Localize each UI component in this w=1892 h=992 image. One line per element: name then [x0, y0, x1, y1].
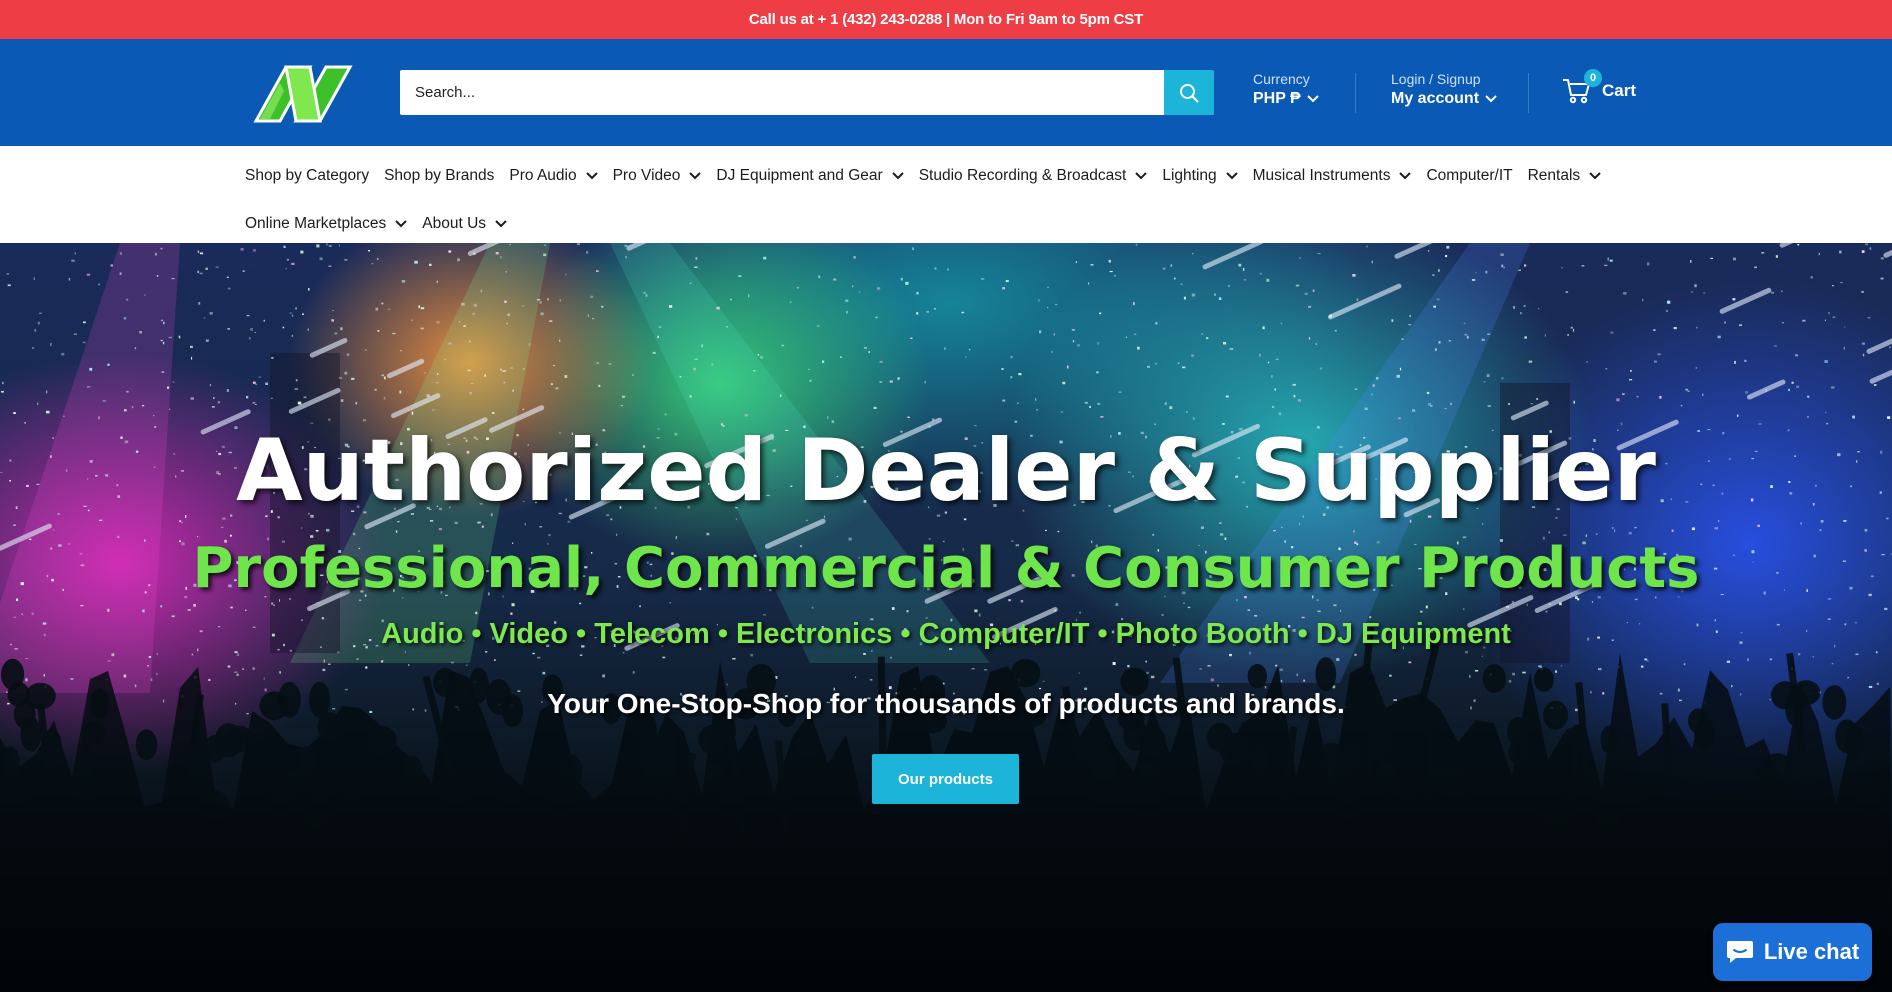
login-signup-link[interactable]: Login / Signup: [1391, 71, 1497, 87]
nav-item-label: Lighting: [1162, 167, 1217, 184]
hero-banner: Authorized Dealer & Supplier Professiona…: [0, 243, 1892, 992]
header-divider: [1355, 73, 1356, 113]
currency-label: Currency: [1253, 71, 1310, 87]
nav-item-pro-video[interactable]: Pro Video: [613, 167, 702, 185]
nav-item-shop-by-brands[interactable]: Shop by Brands: [384, 167, 494, 185]
nav-item-studio-recording-broadcast[interactable]: Studio Recording & Broadcast: [919, 167, 1148, 185]
chevron-down-icon: [891, 172, 904, 180]
cart-button[interactable]: 0 Cart: [1562, 69, 1637, 105]
chevron-down-icon: [395, 220, 408, 228]
logo-icon: [253, 65, 353, 123]
chat-bubble-icon: [1726, 941, 1753, 963]
account-menu[interactable]: Login / Signup My account: [1391, 71, 1497, 108]
main-nav: Shop by Category Shop by Brands Pro Audio P…: [0, 146, 1892, 243]
nav-item-label: Studio Recording & Broadcast: [918, 167, 1127, 184]
live-chat-label: Live chat: [1763, 939, 1860, 964]
nav-row-1: Shop by Category Shop by Brands Pro Audio P…: [245, 160, 1616, 192]
nav-item-label: Shop by Category: [245, 167, 370, 184]
nav-item-label: Pro Audio: [509, 167, 577, 184]
search-input[interactable]: [400, 70, 1164, 115]
chevron-down-icon: [689, 172, 702, 180]
nav-item-online-marketplaces[interactable]: Online Marketplaces: [245, 215, 408, 233]
nav-item-rentals[interactable]: Rentals: [1528, 167, 1602, 185]
nav-item-dj-equipment-and-gear[interactable]: DJ Equipment and Gear: [716, 167, 904, 185]
live-chat-button[interactable]: Live chat: [1713, 923, 1872, 981]
cart-icon: 0: [1562, 69, 1602, 105]
search-icon: [1180, 83, 1199, 102]
search-button[interactable]: [1164, 70, 1214, 115]
chevron-down-icon: [1399, 172, 1412, 180]
currency-value: PHP ₱: [1253, 90, 1301, 107]
chevron-down-icon: [1225, 172, 1238, 180]
chevron-down-icon: [1485, 95, 1497, 103]
chevron-down-icon: [495, 220, 507, 228]
search-bar: [400, 70, 1214, 115]
chevron-down-icon: [1589, 172, 1601, 180]
site-header: Currency PHP ₱ Login / Signup My account…: [0, 39, 1892, 146]
chevron-down-icon: [585, 172, 598, 180]
currency-selector[interactable]: Currency PHP ₱: [1253, 71, 1319, 108]
hero-subtitle: Professional, Commercial & Consumer Prod…: [192, 536, 1700, 601]
chevron-down-icon: [1135, 172, 1148, 180]
nav-row-2: Online Marketplaces About Us: [245, 208, 522, 240]
announcement-bar: Call us at + 1 (432) 243-0288 | Mon to F…: [0, 0, 1892, 39]
nav-item-label: Shop by Brands: [384, 167, 495, 184]
nav-item-label: Online Marketplaces: [245, 215, 387, 232]
nav-item-label: Pro Video: [612, 167, 681, 184]
my-account-label: My account: [1391, 90, 1480, 107]
nav-item-label: Musical Instruments: [1252, 167, 1391, 184]
our-products-button[interactable]: Our products: [872, 754, 1019, 804]
nav-item-pro-audio[interactable]: Pro Audio: [509, 167, 598, 185]
nav-item-lighting[interactable]: Lighting: [1162, 167, 1238, 185]
nav-item-label: Computer/IT: [1426, 167, 1513, 184]
hero-categories: Audio • Video • Telecom • Electronics • …: [381, 618, 1511, 650]
nav-item-musical-instruments[interactable]: Musical Instruments: [1253, 167, 1412, 185]
brand-logo[interactable]: [250, 61, 358, 125]
chevron-down-icon: [1307, 95, 1319, 103]
header-divider: [1528, 73, 1529, 113]
nav-item-label: DJ Equipment and Gear: [716, 167, 883, 184]
cart-count-badge: 0: [1584, 69, 1602, 87]
nav-item-label: About Us: [422, 215, 487, 232]
nav-item-shop-by-category[interactable]: Shop by Category: [245, 167, 369, 185]
cart-label: Cart: [1602, 81, 1637, 100]
announcement-text: Call us at + 1 (432) 243-0288 | Mon to F…: [748, 11, 1144, 28]
hero-tagline: Your One-Stop-Shop for thousands of prod…: [547, 688, 1345, 719]
nav-item-about-us[interactable]: About Us: [422, 215, 507, 233]
nav-item-computer-it[interactable]: Computer/IT: [1426, 167, 1512, 185]
hero-title: Authorized Dealer & Supplier: [236, 421, 1656, 521]
nav-item-label: Rentals: [1527, 167, 1581, 184]
